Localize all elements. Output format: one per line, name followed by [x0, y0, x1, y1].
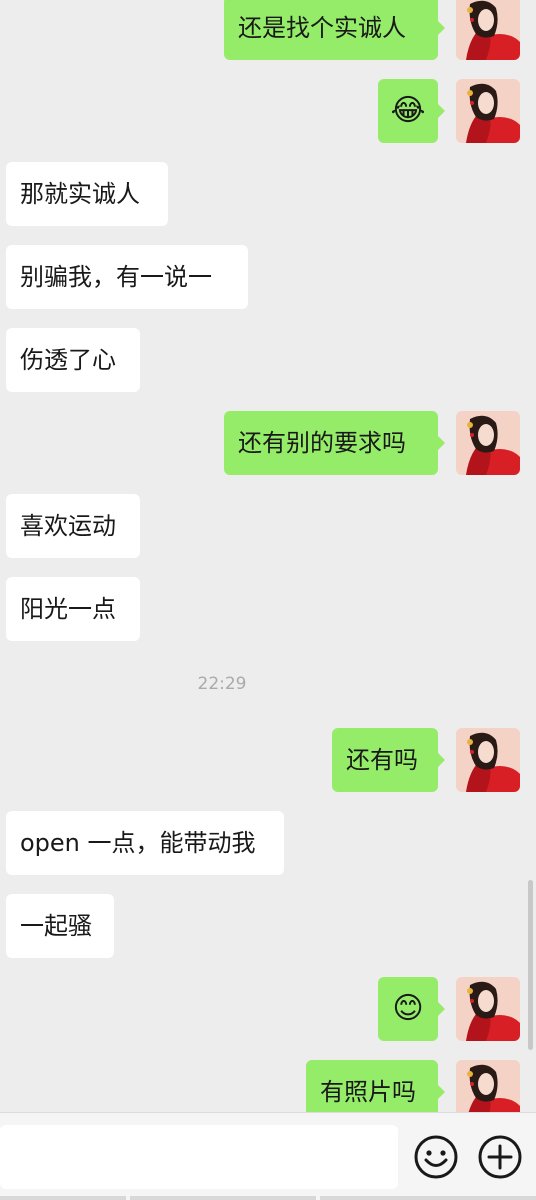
chat-messages-area[interactable]: 还是找个实诚人 😂 那就实诚人 别骗我，有一说一 伤透了心 还有别的要求吗 喜欢… [0, 0, 536, 1112]
chat-timestamp: 22:29 [197, 674, 247, 694]
plus-button[interactable] [476, 1133, 524, 1181]
avatar-portrait-icon [456, 728, 520, 792]
my-avatar[interactable] [456, 977, 520, 1041]
my-avatar[interactable] [456, 79, 520, 143]
emoji-button[interactable] [412, 1133, 460, 1181]
my-emoji-bubble[interactable]: 😊 [378, 977, 445, 1041]
their-message-bubble[interactable]: 阳光一点 [6, 577, 140, 641]
avatar-portrait-icon [456, 1060, 520, 1112]
message-input[interactable] [0, 1125, 398, 1189]
my-avatar[interactable] [456, 0, 520, 60]
nav-bar-segment [320, 1196, 536, 1200]
avatar-portrait-icon [456, 0, 520, 60]
their-message-bubble[interactable]: 伤透了心 [6, 328, 140, 392]
scrollbar[interactable] [528, 880, 533, 1050]
avatar-portrait-icon [456, 977, 520, 1041]
my-message-bubble[interactable]: 有照片吗 [306, 1060, 445, 1112]
my-avatar[interactable] [456, 728, 520, 792]
my-avatar[interactable] [456, 411, 520, 475]
smiley-face-icon [414, 1135, 458, 1179]
my-emoji-bubble[interactable]: 😂 [378, 79, 445, 143]
my-message-bubble[interactable]: 还有别的要求吗 [224, 411, 445, 475]
nav-bar-segment [130, 1196, 316, 1200]
nav-bar-segment [0, 1196, 126, 1200]
message-input-bar [0, 1112, 536, 1200]
my-avatar[interactable] [456, 1060, 520, 1112]
their-message-bubble[interactable]: 别骗我，有一说一 [6, 245, 248, 309]
plus-circle-icon [478, 1135, 522, 1179]
their-message-bubble[interactable]: 那就实诚人 [6, 162, 168, 226]
their-message-bubble[interactable]: open 一点，能带动我 [6, 811, 284, 875]
my-message-bubble[interactable]: 还是找个实诚人 [224, 0, 445, 60]
their-message-bubble[interactable]: 一起骚 [6, 894, 114, 958]
avatar-portrait-icon [456, 79, 520, 143]
avatar-portrait-icon [456, 411, 520, 475]
their-message-bubble[interactable]: 喜欢运动 [6, 494, 140, 558]
my-message-bubble[interactable]: 还有吗 [332, 728, 445, 792]
